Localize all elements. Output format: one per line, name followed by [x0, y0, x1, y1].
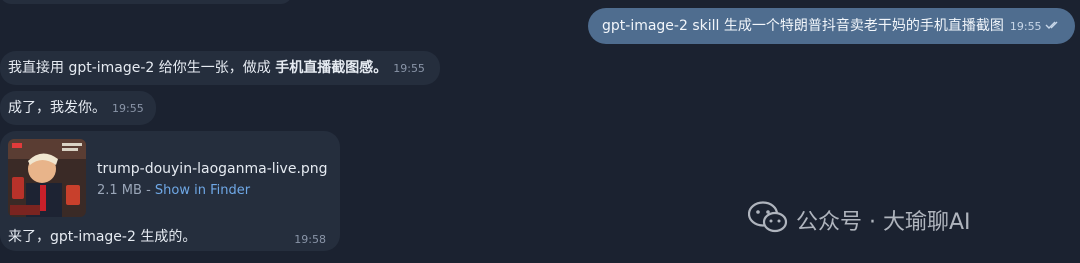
watermark-text: 公众号 · 大瑜聊AI	[796, 210, 971, 235]
previous-message-bubble	[0, 0, 292, 4]
file-meta: 2.1 MB - Show in Finder	[97, 181, 250, 201]
file-message-bubble[interactable]: trump-douyin-laoganma-live.png 2.1 MB - …	[0, 131, 340, 251]
double-check-icon	[1045, 16, 1061, 36]
outgoing-message-bubble[interactable]: gpt-image-2 skill 生成一个特朗普抖音卖老干妈的手机直播截图 19…	[588, 8, 1075, 44]
outgoing-message-text: gpt-image-2 skill 生成一个特朗普抖音卖老干妈的手机直播截图	[602, 18, 1004, 34]
file-meta-separator: -	[141, 183, 155, 198]
image-thumbnail[interactable]	[8, 139, 86, 217]
outgoing-message-time: 19:55	[1009, 20, 1042, 33]
show-in-finder-link[interactable]: Show in Finder	[155, 183, 250, 198]
incoming-message-text: 成了，我发你。	[8, 100, 106, 116]
file-name[interactable]: trump-douyin-laoganma-live.png	[97, 159, 328, 179]
incoming-message-time: 19:55	[112, 102, 144, 115]
file-message-time: 19:58	[294, 233, 326, 246]
file-size: 2.1 MB	[97, 183, 142, 198]
watermark: 公众号 · 大瑜聊AI	[747, 200, 971, 240]
incoming-message-bubble[interactable]: 我直接用 gpt-image-2 给你生一张，做成 手机直播截图感。 19:55	[0, 51, 440, 85]
file-caption: 来了，gpt-image-2 生成的。	[8, 229, 197, 245]
incoming-message-bold-text: 手机直播截图感。	[275, 60, 388, 76]
incoming-message-time: 19:55	[393, 62, 425, 75]
incoming-message-text: 我直接用 gpt-image-2 给你生一张，做成	[8, 60, 276, 76]
incoming-message-bubble[interactable]: 成了，我发你。 19:55	[0, 91, 156, 125]
wechat-icon	[747, 200, 788, 240]
